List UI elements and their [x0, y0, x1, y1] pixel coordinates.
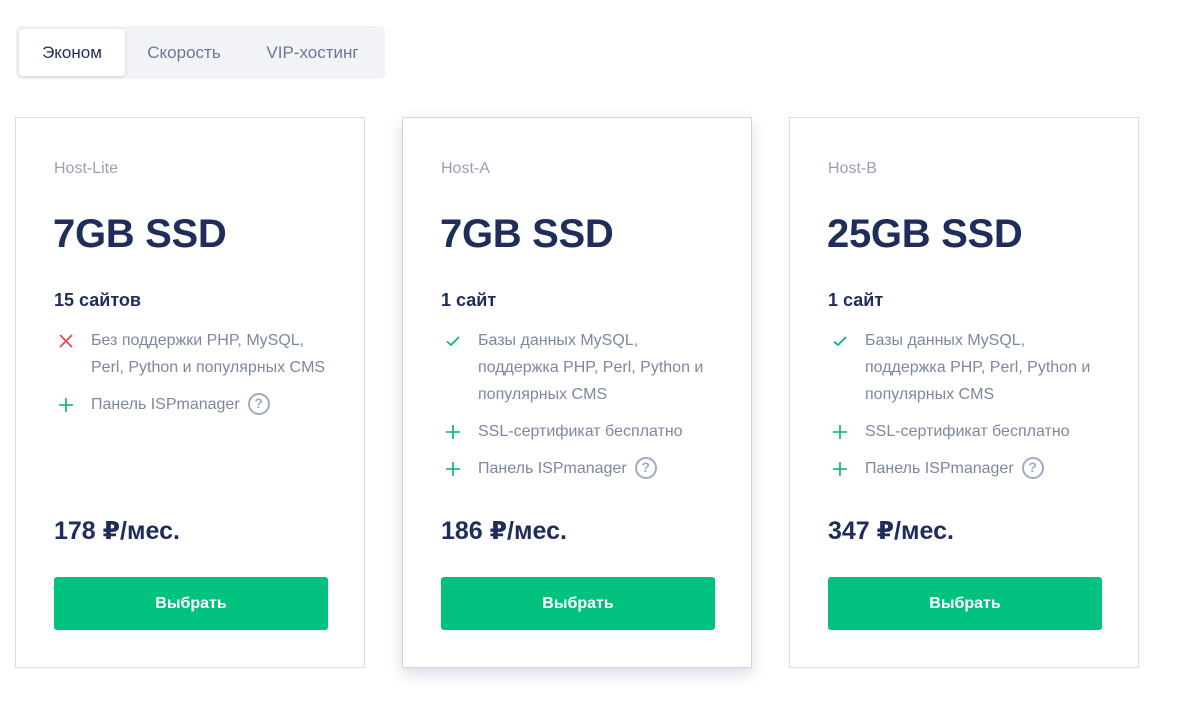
feature-item: Базы данных MySQL, поддержка PHP, Perl, … [828, 329, 1108, 408]
feature-list: Базы данных MySQL, поддержка PHP, Perl, … [441, 329, 721, 494]
plan-name: Host-A [441, 160, 490, 177]
feature-text: Панель ISPmanager? [865, 455, 1044, 482]
feature-label: Панель ISPmanager [478, 460, 627, 477]
plan-storage: 7GB SSD [53, 212, 227, 256]
plan-sites: 1 сайт [441, 290, 497, 310]
plus-icon [441, 422, 465, 442]
select-plan-button[interactable]: Выбрать [54, 577, 328, 630]
help-icon[interactable]: ? [247, 392, 270, 415]
check-icon [441, 331, 465, 351]
plan-sites: 1 сайт [828, 290, 884, 310]
feature-text: SSL-сертификат бесплатно [478, 423, 683, 440]
feature-text: SSL-сертификат бесплатно [865, 423, 1070, 440]
tab-vip-hosting[interactable]: VIP-хостинг [243, 29, 382, 76]
feature-list: Без поддержки PHP, MySQL, Perl, Python и… [54, 329, 334, 430]
plan-name: Host-B [828, 160, 877, 177]
tab-speed[interactable]: Скорость [125, 29, 243, 76]
plan-price: 178 ₽/мес. [54, 517, 180, 545]
feature-text: Базы данных MySQL, поддержка PHP, Perl, … [865, 332, 1091, 403]
plus-icon [828, 459, 852, 479]
help-icon[interactable]: ? [634, 456, 657, 479]
feature-label: Панель ISPmanager [91, 396, 240, 413]
feature-item: Без поддержки PHP, MySQL, Perl, Python и… [54, 329, 334, 381]
select-plan-button[interactable]: Выбрать [828, 577, 1102, 630]
feature-text: Без поддержки PHP, MySQL, Perl, Python и… [91, 332, 326, 376]
plan-category-tabs: Эконом Скорость VIP-хостинг [16, 26, 385, 79]
feature-text: Базы данных MySQL, поддержка PHP, Perl, … [478, 332, 704, 403]
feature-item: SSL-сертификат бесплатно [828, 420, 1108, 445]
plan-price: 347 ₽/мес. [828, 517, 954, 545]
tab-econom[interactable]: Эконом [19, 29, 125, 76]
select-plan-button[interactable]: Выбрать [441, 577, 715, 630]
plus-icon [441, 459, 465, 479]
feature-item: Панель ISPmanager? [441, 455, 721, 482]
feature-list: Базы данных MySQL, поддержка PHP, Perl, … [828, 329, 1108, 494]
check-icon [828, 331, 852, 351]
plan-sites: 15 сайтов [54, 290, 141, 310]
feature-item: Панель ISPmanager? [54, 391, 334, 418]
plan-storage: 7GB SSD [440, 212, 614, 256]
feature-item: Базы данных MySQL, поддержка PHP, Perl, … [441, 329, 721, 408]
plan-price: 186 ₽/мес. [441, 517, 567, 545]
plus-icon [54, 395, 78, 415]
cross-icon [54, 331, 78, 351]
feature-item: Панель ISPmanager? [828, 455, 1108, 482]
plan-storage: 25GB SSD [827, 212, 1023, 256]
plan-card-host-lite: Host-Lite 7GB SSD 15 сайтов Без поддержк… [15, 117, 365, 668]
plan-card-host-b: Host-B 25GB SSD 1 сайт Базы данных MySQL… [789, 117, 1139, 668]
plan-name: Host-Lite [54, 160, 119, 177]
feature-label: Панель ISPmanager [865, 460, 1014, 477]
feature-item: SSL-сертификат бесплатно [441, 420, 721, 445]
help-icon[interactable]: ? [1021, 456, 1044, 479]
plan-card-host-a: Host-A 7GB SSD 1 сайт Базы данных MySQL,… [402, 117, 752, 668]
feature-text: Панель ISPmanager? [91, 391, 270, 418]
plus-icon [828, 422, 852, 442]
feature-text: Панель ISPmanager? [478, 455, 657, 482]
